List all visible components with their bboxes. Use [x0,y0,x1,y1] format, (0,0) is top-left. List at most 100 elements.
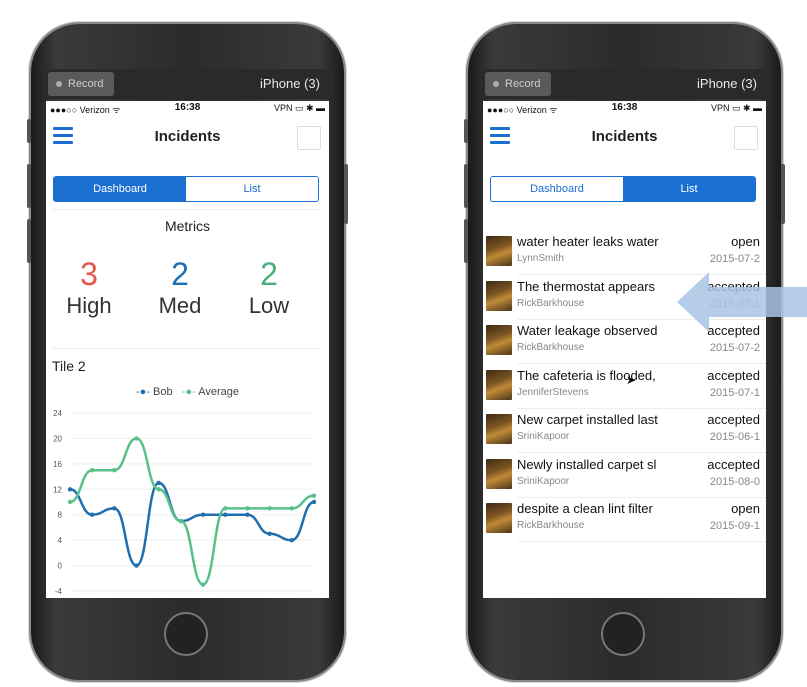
data-point-bob[interactable] [156,480,161,486]
y-tick-label: 16 [53,460,62,469]
incident-thumbnail [486,280,512,311]
status-bar: ●●●○○ Verizon ᯤ 16:38 VPN ▭ ✱ ▬ [483,101,766,115]
record-icon [493,81,499,87]
nav-action-button[interactable] [297,126,321,150]
nav-bar: Incidents [483,117,766,157]
pointer-arrow-icon [677,272,807,332]
recorder-bar: Record iPhone (3) [482,69,767,99]
metric-high[interactable]: 3 High [49,256,129,320]
incident-title: Water leakage observed [517,323,658,338]
list-item[interactable]: New carpet installed last SriniKapoor acce… [483,409,766,453]
home-button[interactable] [164,612,208,656]
metric-med[interactable]: 2 Med [140,256,220,320]
y-tick-label: -4 [55,587,63,596]
data-point-bob[interactable] [89,512,95,517]
incident-thumbnail [486,369,512,400]
incident-status: accepted [707,456,760,472]
volume-down-button [27,219,31,263]
record-button[interactable]: Record [48,72,114,96]
incident-title: New carpet installed last [517,412,658,427]
data-point-bob[interactable] [112,506,117,511]
power-button [781,164,785,224]
phone-dashboard: Record iPhone (3) ●●●○○ Verizon ᯤ 16:38 … [27,24,348,680]
divider [52,209,322,210]
data-point-bob[interactable] [223,512,228,517]
status-indicators: VPN ▭ ✱ ▬ [273,103,325,113]
screen: ●●●○○ Verizon ᯤ 16:38 VPN ▭ ✱ ▬ Incident… [46,101,329,598]
chart-legend: -●- Bob -●- Average [46,386,329,398]
data-point-average[interactable] [178,518,184,524]
device-name: iPhone (3) [697,76,757,91]
nav-action-button[interactable] [734,126,758,150]
data-point-bob[interactable] [134,563,139,568]
volume-down-button [464,219,468,263]
divider [52,348,322,349]
incident-date: 2015-06-1 [709,431,760,443]
incident-date: 2015-07-2 [709,253,760,265]
incident-title: Newly installed carpet sl [517,456,657,472]
incident-status: accepted [707,412,760,427]
legend-marker-average: -●- [181,386,196,398]
list-item[interactable]: water heater leaks water LynnSmith open 201… [483,231,766,275]
data-point-average[interactable] [134,436,139,441]
legend-average: Average [198,386,239,398]
data-point-average[interactable] [89,468,95,473]
power-button [344,164,348,224]
y-tick-label: 0 [58,562,63,571]
record-button[interactable]: Record [485,72,551,96]
y-tick-label: 12 [53,485,62,494]
incident-date: 2015-07-2 [709,342,760,354]
data-point-average[interactable] [311,493,317,498]
tab-dashboard[interactable]: Dashboard [491,177,623,201]
data-point-average[interactable] [156,487,161,492]
tab-dashboard[interactable]: Dashboard [54,177,186,201]
legend-marker-bob: -●- [135,386,150,398]
list-item[interactable]: despite a clean lint filter RickBarkhouse… [483,498,766,542]
incident-status: open [731,234,760,249]
incident-date: 2015-08-0 [709,475,760,488]
data-point-average[interactable] [223,506,228,511]
device-name: iPhone (3) [260,76,320,91]
data-point-bob[interactable] [245,512,250,517]
incident-user: SriniKapoor [517,475,570,487]
incident-user: RickBarkhouse [517,297,585,309]
data-point-bob[interactable] [267,531,272,536]
home-button[interactable] [601,612,645,656]
data-point-average[interactable] [289,506,295,511]
data-point-bob[interactable] [200,512,206,517]
data-point-bob[interactable] [289,537,295,543]
incident-user: JenniferStevens [517,386,589,398]
metric-low-label: Low [248,293,290,318]
metric-med-label: Med [158,293,202,318]
incident-status: open [731,501,760,516]
mouse-cursor-icon: ➤ [626,373,637,387]
tab-list[interactable]: List [623,177,755,201]
incident-title: water heater leaks water [517,234,659,249]
data-point-average[interactable] [112,468,117,473]
tile2-title: Tile 2 [52,358,86,374]
volume-up-button [27,164,31,208]
data-point-average[interactable] [245,506,250,511]
data-point-bob[interactable] [311,499,317,505]
data-point-average[interactable] [200,582,206,587]
mute-switch [464,119,468,143]
data-point-average[interactable] [267,506,272,511]
tab-list[interactable]: List [186,177,318,201]
incident-thumbnail [486,503,512,533]
incident-title: The thermostat appears [517,278,656,294]
recorder-bar: Record iPhone (3) [45,69,330,99]
incident-title: despite a clean lint filter [517,501,653,516]
incident-user: SriniKapoor [517,431,570,442]
mute-switch [27,119,31,143]
metric-low[interactable]: 2 Low [229,256,309,320]
data-point-average[interactable] [67,499,73,505]
record-label: Record [68,78,104,90]
incident-status: accepted [707,367,760,383]
incident-user: RickBarkhouse [517,520,585,531]
list-item[interactable]: The cafeteria is flooded, JenniferStevens… [483,365,766,409]
y-tick-label: 8 [58,511,63,520]
data-point-bob[interactable] [67,487,73,492]
list-item[interactable]: Newly installed carpet sl SriniKapoor acce… [483,454,766,498]
incident-thumbnail [486,236,512,266]
status-bar: ●●●○○ Verizon ᯤ 16:38 VPN ▭ ✱ ▬ [46,101,329,115]
